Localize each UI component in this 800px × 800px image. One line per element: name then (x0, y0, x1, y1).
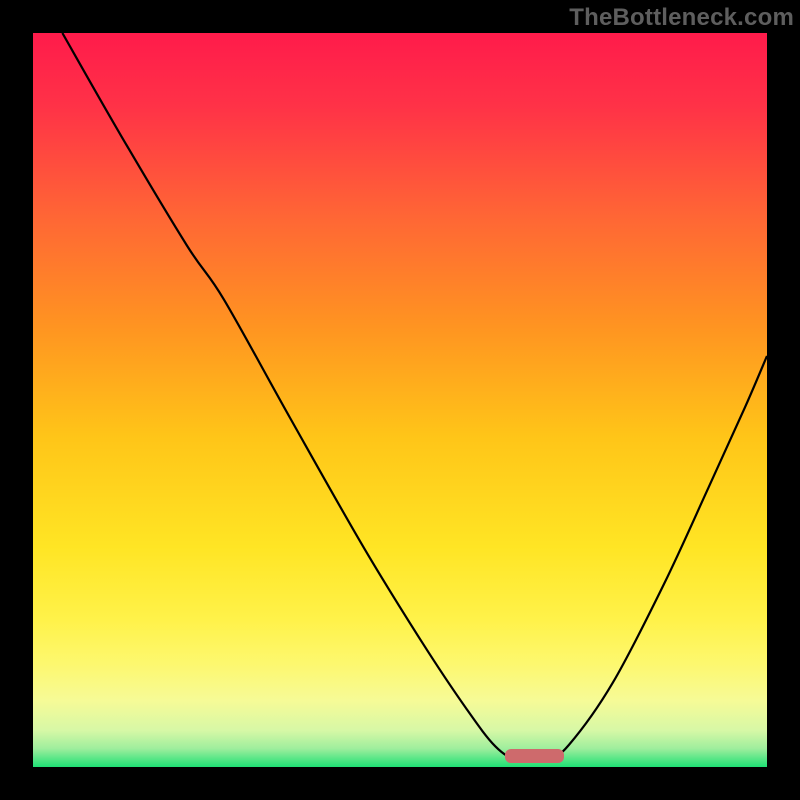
watermark-text: TheBottleneck.com (569, 4, 794, 32)
bottleneck-curve (33, 33, 767, 767)
plot-area (33, 33, 767, 767)
chart-frame: TheBottleneck.com (0, 0, 800, 800)
optimum-marker (505, 749, 564, 762)
